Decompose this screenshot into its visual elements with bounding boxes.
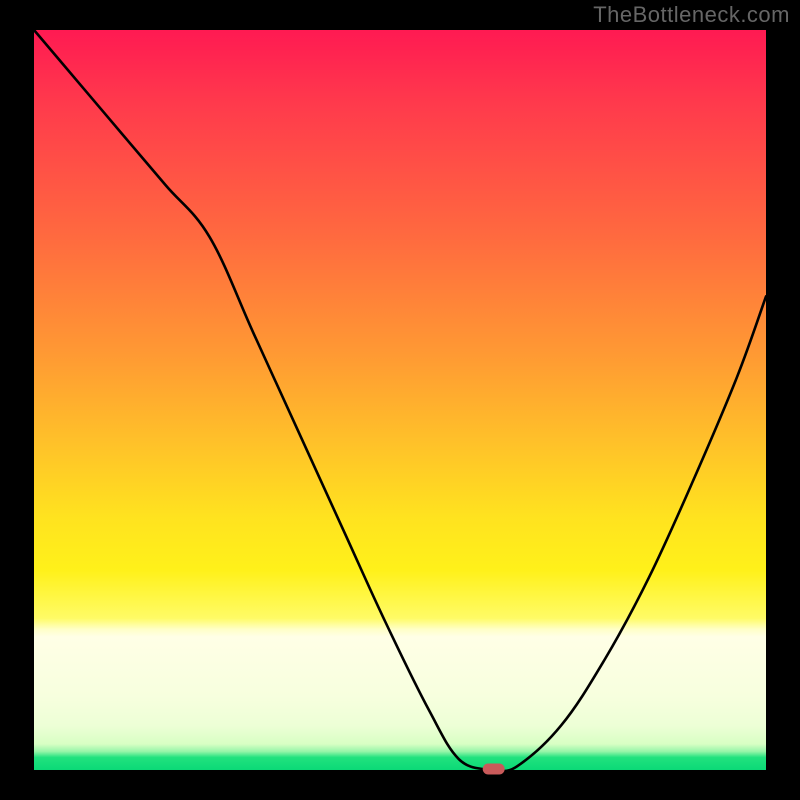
chart-frame: TheBottleneck.com [0,0,800,800]
bottleneck-curve [34,30,766,771]
plot-area [34,30,766,770]
watermark-text: TheBottleneck.com [593,2,790,28]
plot-svg [34,30,766,770]
optimal-marker [483,764,505,775]
